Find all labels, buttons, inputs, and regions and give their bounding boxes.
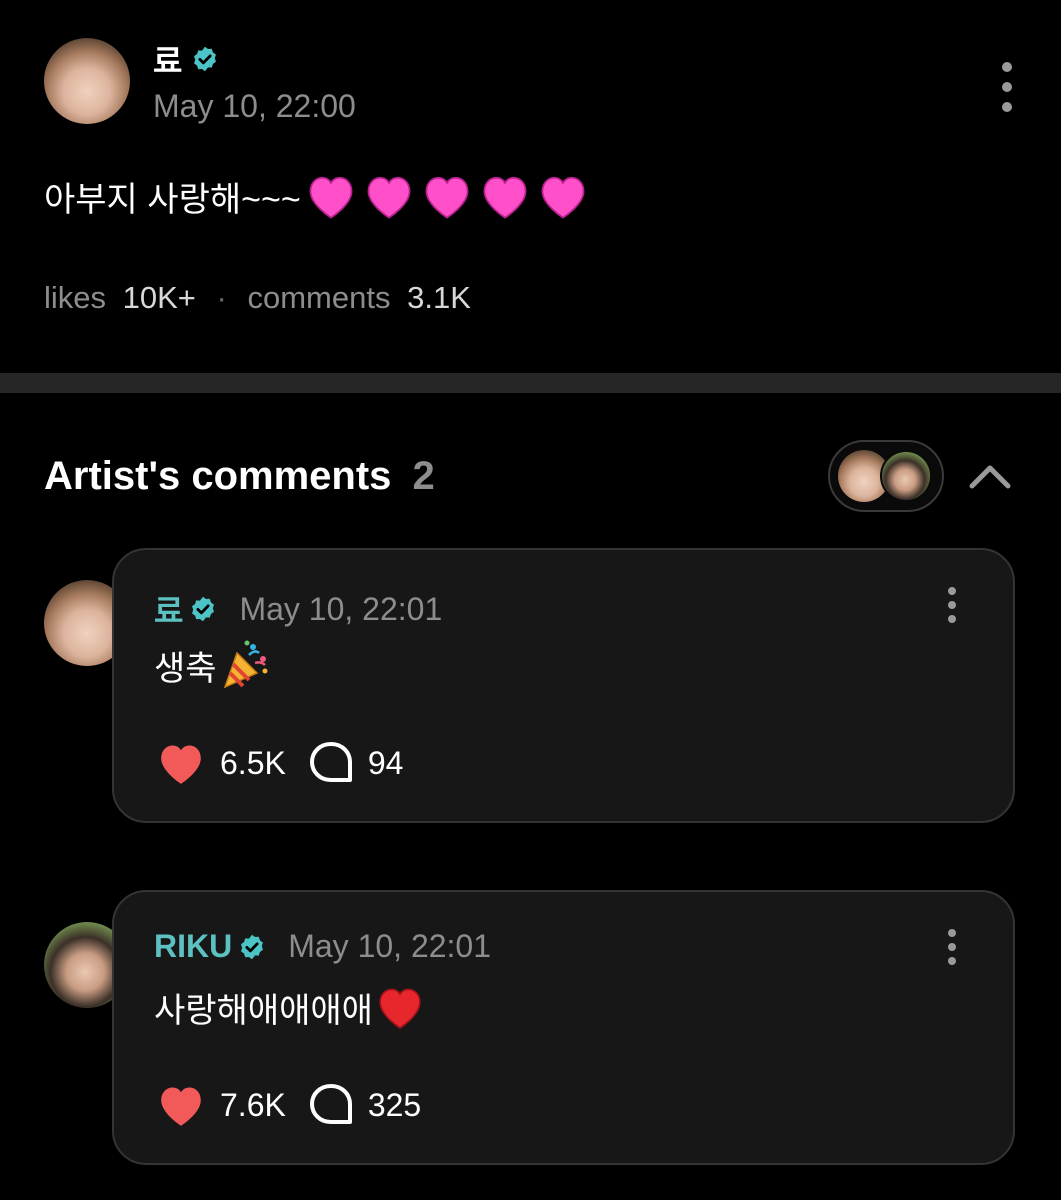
- post-author-avatar[interactable]: [44, 38, 130, 124]
- artist-comments-title: Artist's comments: [44, 454, 392, 498]
- comment-author-name[interactable]: 료: [154, 586, 183, 632]
- likes-label: likes: [44, 280, 107, 315]
- likes-count[interactable]: 10K+: [123, 280, 196, 315]
- pink-hearts: [305, 172, 589, 220]
- comment-actions: 6.5K 94: [156, 740, 403, 786]
- artist-comments-count: 2: [412, 454, 435, 498]
- heart-icon[interactable]: [156, 1082, 206, 1128]
- more-vertical-icon[interactable]: [942, 586, 962, 624]
- post-body: 아부지 사랑해~~~: [44, 172, 589, 220]
- comment-card: 료 May 10, 22:01 생축 6.5K 94: [112, 548, 1015, 823]
- artist-avatar-stack[interactable]: [828, 440, 944, 512]
- pink-heart-icon: [541, 176, 585, 219]
- comment-text: 생축: [154, 649, 217, 688]
- comment-timestamp: May 10, 22:01: [288, 928, 492, 964]
- post-stats: likes 10K+ · comments 3.1K: [44, 280, 471, 316]
- comment-like-count: 7.6K: [220, 1086, 286, 1123]
- post-text: 아부지 사랑해~~~: [44, 180, 301, 219]
- avatar: [880, 450, 932, 502]
- comment-header: RIKU May 10, 22:01: [154, 928, 491, 965]
- comment-card: RIKU May 10, 22:01 사랑해애애애애 7.6K 325: [112, 890, 1015, 1165]
- comment-timestamp: May 10, 22:01: [239, 590, 443, 627]
- heart-icon[interactable]: [156, 740, 206, 786]
- party-popper-icon: [223, 640, 268, 689]
- comments-label: comments: [247, 280, 391, 315]
- comment-author-name[interactable]: RIKU: [154, 928, 232, 965]
- red-heart-icon: [379, 988, 421, 1029]
- pink-heart-icon: [367, 176, 411, 219]
- chevron-up-icon[interactable]: [968, 458, 1012, 492]
- artist-comments-header: Artist's comments 2: [44, 454, 435, 499]
- comment-reply-count: 94: [367, 744, 404, 781]
- comment-actions: 7.6K 325: [156, 1082, 421, 1128]
- comment-header: 료 May 10, 22:01: [154, 586, 442, 632]
- comment-like-count: 6.5K: [220, 744, 286, 781]
- post-author-name[interactable]: 료: [153, 43, 182, 79]
- stats-separator: ·: [216, 280, 227, 315]
- speech-bubble-icon[interactable]: [308, 740, 354, 786]
- verified-badge-icon: [193, 46, 216, 72]
- pink-heart-icon: [309, 176, 353, 219]
- section-divider: [0, 373, 1061, 393]
- more-vertical-icon[interactable]: [942, 928, 962, 966]
- comment-reply-count: 325: [367, 1086, 422, 1123]
- comments-count[interactable]: 3.1K: [407, 280, 471, 315]
- verified-badge-icon: [192, 596, 215, 622]
- comment-body: 사랑해애애애애: [154, 982, 425, 1032]
- comment-text: 사랑해애애애애: [154, 991, 373, 1030]
- pink-heart-icon: [425, 176, 469, 219]
- comment-body: 생축: [154, 640, 271, 690]
- post-timestamp: May 10, 22:00: [153, 88, 356, 124]
- more-vertical-icon[interactable]: [995, 60, 1019, 116]
- verified-badge-icon: [241, 934, 264, 959]
- speech-bubble-icon[interactable]: [308, 1082, 354, 1128]
- post-author-row: 료: [153, 36, 219, 79]
- pink-heart-icon: [483, 176, 527, 219]
